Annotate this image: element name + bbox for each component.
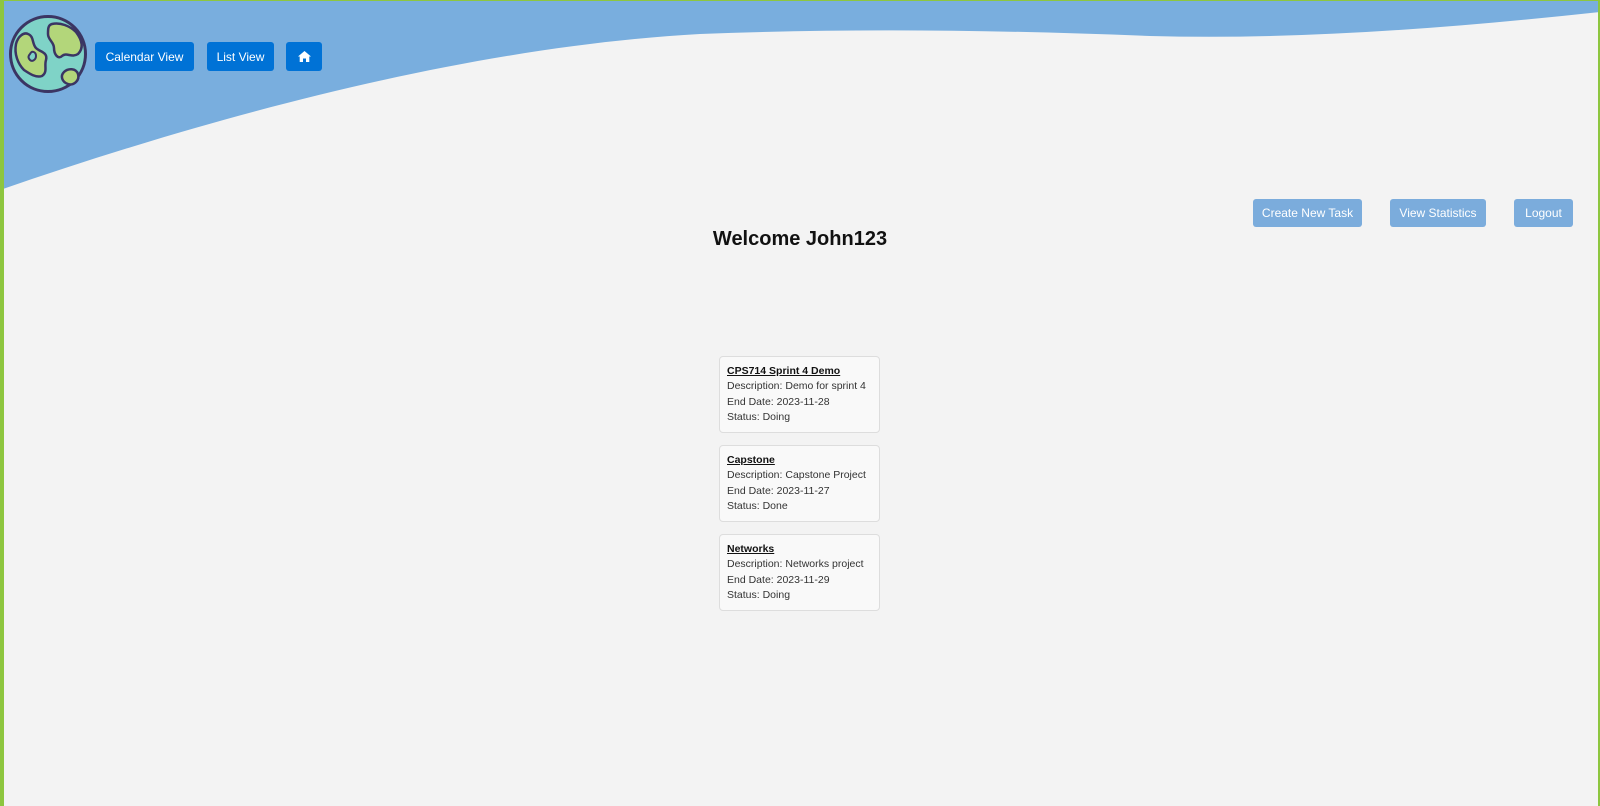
globe-icon[interactable] bbox=[8, 14, 88, 94]
page: Calendar View List View Create New Task … bbox=[0, 0, 1600, 806]
task-card[interactable]: Networks Description: Networks project E… bbox=[719, 534, 880, 611]
task-end-date: End Date: 2023-11-28 bbox=[727, 395, 830, 408]
create-new-task-button[interactable]: Create New Task bbox=[1253, 199, 1362, 227]
task-end-date: End Date: 2023-11-29 bbox=[727, 573, 830, 586]
task-status: Status: Doing bbox=[727, 411, 791, 423]
task-status: Status: Doing bbox=[727, 589, 791, 601]
task-title[interactable]: Networks bbox=[727, 542, 872, 557]
home-icon bbox=[297, 51, 311, 62]
task-card[interactable]: CPS714 Sprint 4 Demo Description: Demo f… bbox=[719, 356, 880, 433]
task-description: Description: Networks project bbox=[727, 558, 864, 570]
home-button[interactable] bbox=[286, 42, 322, 71]
calendar-view-button[interactable]: Calendar View bbox=[95, 42, 194, 71]
task-description: Description: Capstone Project bbox=[727, 469, 866, 481]
logout-button[interactable]: Logout bbox=[1514, 199, 1573, 227]
task-title[interactable]: CPS714 Sprint 4 Demo bbox=[727, 364, 872, 379]
task-list: CPS714 Sprint 4 Demo Description: Demo f… bbox=[719, 356, 880, 623]
task-title[interactable]: Capstone bbox=[727, 453, 872, 468]
welcome-heading: Welcome John123 bbox=[712, 228, 888, 250]
top-border bbox=[0, 0, 1600, 1]
list-view-button[interactable]: List View bbox=[207, 42, 274, 71]
header-wave bbox=[0, 0, 1600, 190]
task-description: Description: Demo for sprint 4 bbox=[727, 380, 866, 392]
left-border bbox=[0, 0, 4, 806]
task-status: Status: Done bbox=[727, 500, 788, 512]
view-statistics-button[interactable]: View Statistics bbox=[1390, 199, 1486, 227]
task-card[interactable]: Capstone Description: Capstone Project E… bbox=[719, 445, 880, 522]
task-end-date: End Date: 2023-11-27 bbox=[727, 484, 830, 497]
